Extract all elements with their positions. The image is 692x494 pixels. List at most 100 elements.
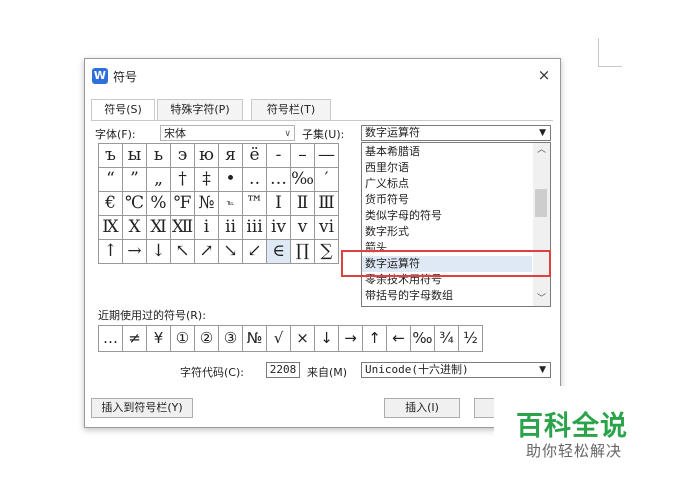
symbol-cell[interactable]: ↗ [195, 240, 219, 264]
encoding-value: Unicode(十六进制) [365, 363, 469, 376]
symbol-cell[interactable]: → [123, 240, 147, 264]
symbol-cell[interactable]: — [315, 144, 339, 168]
symbol-cell[interactable]: ё [243, 144, 267, 168]
subset-dropdown-list[interactable]: 带括号的字母数组 零余技术用符号 数字运算符 箭头 数字形式 类似字母的符号 货币符号 广义标… [361, 142, 551, 307]
symbol-cell[interactable]: “ [99, 168, 123, 192]
symbol-cell[interactable]: Ⅸ [99, 216, 123, 240]
symbol-cell[interactable]: ↓ [147, 240, 171, 264]
symbol-cell[interactable]: ℉ [171, 192, 195, 216]
recent-symbol-cell[interactable]: ¾ [435, 326, 459, 352]
subset-option[interactable]: 基本希腊语 [365, 144, 420, 160]
recent-symbol-cell[interactable]: √ [267, 326, 291, 352]
symbol-cell[interactable]: ” [123, 168, 147, 192]
symbol-cell[interactable]: ь [147, 144, 171, 168]
symbol-cell[interactable]: № [195, 192, 219, 216]
recent-symbol-cell[interactable]: № [243, 326, 267, 352]
symbol-cell[interactable]: ⅱ [219, 216, 243, 240]
scroll-up-icon[interactable]: ︿ [533, 143, 550, 157]
recent-symbol-cell[interactable]: × [291, 326, 315, 352]
symbol-cell[interactable]: ⅵ [315, 216, 339, 240]
tab-symbols[interactable]: 符号(S) [91, 99, 155, 121]
symbol-cell[interactable]: ∈ [267, 240, 291, 264]
symbol-cell[interactable]: ∏ [291, 240, 315, 264]
recent-symbol-cell[interactable]: ½ [459, 326, 483, 352]
font-select[interactable]: 宋体 ∨ [160, 125, 295, 141]
recent-symbol-cell[interactable]: ② [195, 326, 219, 352]
watermark-subtitle: 助你轻松解决 [526, 442, 623, 460]
symbol-cell[interactable]: ⅲ [243, 216, 267, 240]
recent-symbol-cell[interactable]: ‰ [411, 326, 435, 352]
symbol-dialog: W 符号 × 符号(S) 特殊字符(P) 符号栏(T) 字体(F): 宋体 ∨ … [84, 58, 561, 428]
insert-to-bar-button[interactable]: 插入到符号栏(Y) [91, 398, 193, 418]
char-code-input[interactable]: 2208 [266, 362, 300, 378]
subset-select[interactable]: 数字运算符 ▼ [361, 125, 551, 141]
close-button[interactable]: × [534, 65, 554, 85]
symbol-cell[interactable]: † [171, 168, 195, 192]
recent-symbol-cell[interactable]: … [99, 326, 123, 352]
subset-option[interactable]: 广义标点 [365, 176, 409, 192]
font-value: 宋体 [164, 127, 186, 140]
symbol-cell[interactable]: ю [195, 144, 219, 168]
symbol-cell[interactable]: ‡ [195, 168, 219, 192]
recent-symbol-cell[interactable]: ③ [219, 326, 243, 352]
symbol-cell[interactable]: Ⅻ [171, 216, 195, 240]
subset-option[interactable]: 类似字母的符号 [365, 208, 442, 224]
symbol-cell[interactable]: % [147, 192, 171, 216]
symbol-cell[interactable]: ⅴ [291, 216, 315, 240]
recent-symbol-cell[interactable]: ① [171, 326, 195, 352]
symbol-cell[interactable]: ↖ [171, 240, 195, 264]
recent-symbol-cell[interactable]: ↓ [315, 326, 339, 352]
subset-option[interactable]: 货币符号 [365, 192, 409, 208]
tab-special-chars[interactable]: 特殊字符(P) [157, 99, 243, 120]
symbol-cell[interactable]: ⅳ [267, 216, 291, 240]
symbol-cell[interactable]: ‥ [243, 168, 267, 192]
symbol-cell[interactable]: ℃ [123, 192, 147, 216]
insert-button[interactable]: 插入(I) [384, 398, 460, 418]
symbol-cell[interactable]: € [99, 192, 123, 216]
symbol-cell[interactable]: - [267, 144, 291, 168]
symbol-cell[interactable]: ъ [99, 144, 123, 168]
recent-symbol-cell[interactable]: ↑ [363, 326, 387, 352]
recent-symbol-cell[interactable]: → [339, 326, 363, 352]
tab-divider [91, 120, 553, 121]
symbol-cell[interactable]: Ⅱ [291, 192, 315, 216]
symbol-cell[interactable]: – [291, 144, 315, 168]
symbol-cell[interactable]: ′ [315, 168, 339, 192]
subset-option[interactable]: 数字形式 [365, 224, 409, 240]
watermark-title: 百科全说 [516, 411, 628, 442]
recent-symbol-cell[interactable]: ¥ [147, 326, 171, 352]
symbol-cell[interactable]: Ⅲ [315, 192, 339, 216]
symbol-cell[interactable]: ℡ [219, 192, 243, 216]
selection-highlight-box [341, 250, 551, 277]
scrollbar-thumb[interactable] [535, 189, 547, 217]
symbol-cell[interactable]: „ [147, 168, 171, 192]
symbol-cell[interactable]: ↑ [99, 240, 123, 264]
subset-label: 子集(U): [302, 128, 345, 141]
subset-option[interactable]: 带括号的字母数组 [365, 288, 453, 304]
symbol-cell[interactable]: ↘ [219, 240, 243, 264]
font-label: 字体(F): [95, 128, 136, 141]
symbol-cell[interactable]: Ⅺ [147, 216, 171, 240]
chevron-down-icon: ∨ [284, 129, 291, 139]
symbol-cell[interactable]: ™ [243, 192, 267, 216]
symbol-cell[interactable]: Ⅹ [123, 216, 147, 240]
symbol-cell[interactable]: ↙ [243, 240, 267, 264]
symbol-cell[interactable]: ∑ [315, 240, 339, 264]
symbol-cell[interactable]: ⅰ [195, 216, 219, 240]
symbol-cell[interactable]: ы [123, 144, 147, 168]
symbol-cell[interactable]: я [219, 144, 243, 168]
symbol-cell[interactable]: э [171, 144, 195, 168]
symbol-cell[interactable]: Ⅰ [267, 192, 291, 216]
recent-symbol-cell[interactable]: ≠ [123, 326, 147, 352]
symbol-grid: ъ ы ь э ю я ё - – — “” „ † ‡ • ‥… ‰ ′ € ℃% ℉ № ℡ ™ Ⅰ Ⅱ Ⅲ Ⅸ Ⅹ Ⅺ Ⅻⅰ ⅱ ⅲ ⅳ ⅴ ⅵ… [98, 143, 339, 264]
encoding-select[interactable]: Unicode(十六进制) ▼ [361, 362, 551, 378]
dropdown-scrollbar[interactable]: ︿ ﹀ [533, 143, 550, 306]
symbol-cell[interactable]: … [267, 168, 291, 192]
page-corner-mark [598, 38, 599, 66]
recent-symbol-cell[interactable]: ← [387, 326, 411, 352]
subset-option[interactable]: 西里尔语 [365, 160, 409, 176]
symbol-cell[interactable]: ‰ [291, 168, 315, 192]
symbol-cell[interactable]: • [219, 168, 243, 192]
scroll-down-icon[interactable]: ﹀ [533, 292, 550, 306]
tab-symbol-bar[interactable]: 符号栏(T) [251, 99, 331, 120]
